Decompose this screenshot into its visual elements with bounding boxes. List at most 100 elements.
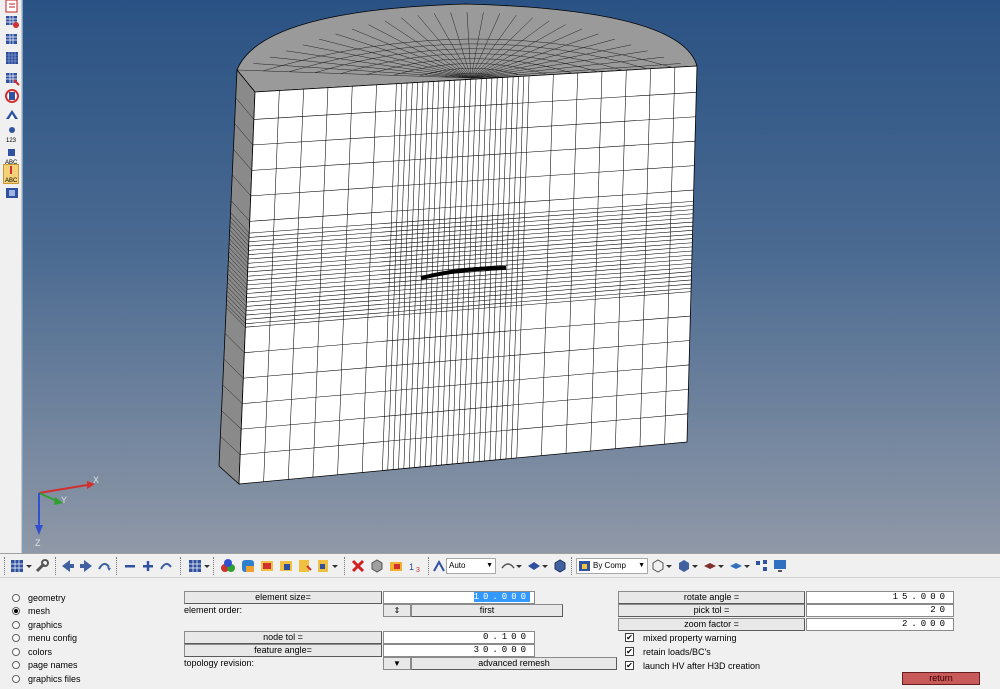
wireframe-icon[interactable]	[650, 558, 674, 574]
zoom-factor-field[interactable]: 2.000	[806, 618, 954, 631]
topology-revision-button[interactable]: advanced remesh	[411, 657, 617, 670]
frame-icon[interactable]	[3, 184, 19, 200]
hide-icon[interactable]	[316, 558, 340, 574]
application-window: 123 ABC ABC X Y Z 1 3 Auto ▼ By Comp ▼ g…	[0, 0, 1000, 689]
radio-button[interactable]	[12, 634, 20, 642]
entity-select-dropdown[interactable]: Auto ▼	[446, 558, 496, 574]
node-tol-field[interactable]: 0.100	[383, 631, 535, 644]
toolbar-grip	[4, 557, 5, 575]
svg-text:1: 1	[409, 562, 414, 572]
radio-page-names[interactable]: page names	[12, 659, 78, 672]
radio-label: page names	[28, 660, 78, 670]
transform-icon[interactable]	[3, 106, 19, 122]
pick-tol-button[interactable]: pick tol =	[618, 604, 805, 617]
radio-label: mesh	[28, 606, 51, 616]
select-mode-icon[interactable]	[432, 558, 446, 574]
checkbox-label: launch HV after H3D creation	[643, 660, 761, 671]
radio-button[interactable]	[12, 607, 20, 615]
pick-tol-field[interactable]: 20	[806, 604, 954, 617]
radio-button[interactable]	[12, 593, 20, 602]
x-axis-arrow	[38, 484, 88, 494]
checkbox-row[interactable]: ✔ mixed property warning	[625, 631, 737, 644]
shaded-icon[interactable]	[676, 558, 700, 574]
rotate-angle-button[interactable]: rotate angle =	[618, 591, 805, 604]
previous-view-icon[interactable]	[60, 558, 76, 574]
topology-revision-toggle[interactable]: ▼	[383, 657, 411, 670]
shade-icon[interactable]	[526, 558, 550, 574]
isolate-icon[interactable]	[278, 558, 294, 574]
no-icon[interactable]	[3, 87, 19, 103]
rotate-angle-field[interactable]: 15.000	[806, 591, 954, 604]
checkbox[interactable]: ✔	[625, 661, 634, 670]
graphics-viewport[interactable]: X Y Z	[22, 0, 1000, 553]
delete-icon[interactable]	[350, 558, 366, 574]
model-browser-icon[interactable]	[220, 558, 236, 574]
reference-icon[interactable]	[259, 558, 275, 574]
next-view-icon[interactable]	[78, 558, 94, 574]
node-tol-button[interactable]: node tol =	[184, 631, 382, 644]
plane-icon[interactable]	[702, 558, 726, 574]
view-orient-icon[interactable]	[500, 558, 524, 574]
checkbox[interactable]: ✔	[625, 633, 634, 642]
monitor-icon[interactable]	[772, 558, 788, 574]
radio-graphics[interactable]: graphics	[12, 618, 62, 631]
show-icon[interactable]	[297, 558, 313, 574]
element-ids-icon[interactable]: ABC	[3, 146, 19, 166]
element-order-button[interactable]: first	[411, 604, 563, 617]
tree-icon[interactable]	[754, 558, 770, 574]
color-mode-dropdown[interactable]: By Comp ▼	[576, 558, 648, 574]
checkbox[interactable]: ✔	[625, 647, 634, 656]
x-axis-label: X	[93, 475, 100, 485]
axis-triad	[35, 481, 95, 535]
left-toolbar: 123 ABC ABC	[0, 0, 22, 553]
labels-active-icon[interactable]: ABC	[3, 164, 19, 184]
checkbox-row[interactable]: ✔ launch HV after H3D creation	[625, 659, 760, 672]
folder-icon[interactable]	[388, 558, 404, 574]
checkbox-label: mixed property warning	[643, 632, 737, 643]
y-axis-label: Y	[61, 495, 68, 505]
chevron-down-icon: ▼	[638, 562, 645, 569]
rotate-view-icon[interactable]	[96, 558, 112, 574]
node-order-icon[interactable]: 13	[407, 558, 425, 574]
component-color-icon[interactable]	[240, 558, 256, 574]
topology-revision-label: topology revision:	[184, 658, 255, 668]
radio-button[interactable]	[12, 620, 20, 629]
display-mode-icon[interactable]	[188, 558, 210, 574]
radio-menu-config[interactable]: menu config	[12, 632, 77, 645]
radio-mesh[interactable]: mesh	[12, 605, 50, 618]
zoom-out-icon[interactable]	[123, 558, 137, 574]
section-icon[interactable]	[728, 558, 752, 574]
element-order-label: element order:	[184, 605, 243, 615]
return-button[interactable]: return	[902, 672, 980, 685]
radio-button[interactable]	[12, 647, 20, 656]
mask-icon[interactable]	[3, 69, 20, 86]
radio-label: colors	[28, 646, 53, 657]
node-ids-icon[interactable]: 123	[3, 124, 19, 144]
cube-blue-icon[interactable]	[552, 558, 568, 574]
radio-label: graphics files	[28, 673, 81, 684]
element-order-toggle[interactable]: ⇕	[383, 604, 411, 617]
component-icon[interactable]	[3, 30, 19, 46]
mesh-icon[interactable]	[3, 12, 19, 28]
radio-geometry[interactable]: geometry	[12, 591, 66, 604]
wrench-icon[interactable]	[34, 558, 50, 574]
checkbox-row[interactable]: ✔ retain loads/BC's	[625, 645, 711, 658]
layout-icon[interactable]	[10, 558, 32, 574]
zoom-factor-button[interactable]: zoom factor =	[618, 618, 805, 631]
radio-button[interactable]	[12, 674, 20, 683]
cube-grey-icon[interactable]	[369, 558, 385, 574]
solid-icon[interactable]	[3, 49, 19, 65]
feature-angle-field[interactable]: 30.000	[383, 644, 535, 657]
spin-icon[interactable]	[158, 558, 174, 574]
element-size-value: 10.000	[473, 592, 530, 602]
element-size-button[interactable]: element size=	[184, 591, 382, 604]
mesh-model[interactable]	[23, 0, 1000, 553]
component-color-icon	[579, 561, 590, 571]
cut-plane-face	[238, 65, 698, 485]
zoom-in-icon[interactable]	[141, 558, 155, 574]
element-size-field[interactable]: 10.000	[383, 591, 535, 604]
radio-button[interactable]	[12, 661, 20, 669]
radio-colors[interactable]: colors	[12, 645, 52, 658]
feature-angle-button[interactable]: feature angle=	[184, 644, 382, 657]
radio-graphics-files[interactable]: graphics files	[12, 672, 81, 685]
